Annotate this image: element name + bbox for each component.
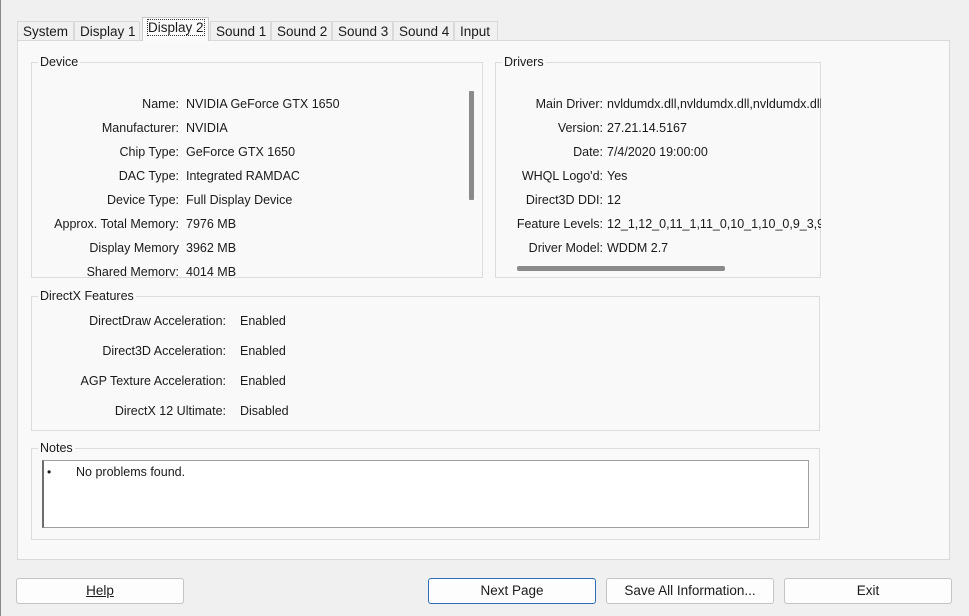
device-label: Manufacturer: (101, 121, 179, 135)
driver-value: nvldumdx.dll,nvldumdx.dll,nvldumdx.dll,n… (607, 97, 821, 111)
drivers-row-feature-levels: Feature Levels: 12_1,12_0,11_1,11_0,10_1… (497, 216, 821, 232)
tab-label: Sound 3 (338, 24, 389, 39)
drivers-row-main-driver: Main Driver: nvldumdx.dll,nvldumdx.dll,n… (497, 96, 821, 112)
device-row-display-memory: Display Memory 3962 MB (33, 240, 461, 256)
directx-features-group: DirectX Features DirectDraw Acceleration… (31, 289, 820, 431)
drivers-scroll-area[interactable]: Main Driver: nvldumdx.dll,nvldumdx.dll,n… (497, 64, 821, 260)
device-label: Device Type: (106, 193, 179, 207)
directx-label: AGP Texture Acceleration: (80, 374, 226, 388)
driver-label: Feature Levels: (516, 217, 603, 231)
driver-value: 12_1,12_0,11_1,11_0,10_1,10_0,9_3,9_2,9_… (607, 217, 821, 231)
device-row-dac-type: DAC Type: Integrated RAMDAC (33, 168, 461, 184)
next-page-button[interactable]: Next Page (428, 578, 596, 604)
drivers-row-date: Date: 7/4/2020 19:00:00 (497, 144, 821, 160)
device-label: Display Memory (89, 241, 179, 255)
device-label: Name: (142, 97, 179, 111)
help-button-label: Help (86, 583, 114, 598)
window-edge (0, 0, 1, 616)
driver-label: Driver Model: (528, 241, 603, 255)
help-button[interactable]: Help (16, 578, 184, 604)
device-row-manufacturer: Manufacturer: NVIDIA (33, 120, 461, 136)
driver-value: 7/4/2020 19:00:00 (607, 145, 708, 159)
tab-label: System (23, 24, 69, 39)
tab-label: Display 1 (80, 24, 136, 39)
device-label: Approx. Total Memory: (54, 217, 179, 231)
driver-label: Direct3D DDI: (525, 193, 603, 207)
tab-sound-3[interactable]: Sound 3 (332, 21, 393, 40)
tab-system[interactable]: System (17, 21, 74, 40)
device-row-device-type: Device Type: Full Display Device (33, 192, 461, 208)
directx-row-directdraw: DirectDraw Acceleration: Enabled (32, 313, 432, 329)
drivers-row-driver-model: Driver Model: WDDM 2.7 (497, 240, 821, 256)
tab-label: Sound 2 (277, 24, 328, 39)
device-value: 4014 MB (186, 265, 237, 276)
directx-group-title: DirectX Features (38, 289, 136, 303)
save-all-button-label: Save All Information... (624, 583, 756, 598)
directx-label: DirectX 12 Ultimate: (114, 404, 226, 418)
device-label: DAC Type: (118, 169, 179, 183)
directx-value: Enabled (240, 344, 286, 358)
device-value: NVIDIA GeForce GTX 1650 (186, 97, 340, 111)
driver-label: Version: (557, 121, 603, 135)
notes-textbox[interactable]: • No problems found. (42, 460, 809, 528)
directx-value: Enabled (240, 374, 286, 388)
exit-button-label: Exit (856, 583, 880, 598)
device-row-name: Name: NVIDIA GeForce GTX 1650 (33, 96, 461, 112)
drivers-row-version: Version: 27.21.14.5167 (497, 120, 821, 136)
tab-label: Sound 1 (216, 24, 267, 39)
directx-value: Disabled (240, 404, 289, 418)
device-row-chip-type: Chip Type: GeForce GTX 1650 (33, 144, 461, 160)
drivers-horizontal-scrollbar[interactable] (517, 266, 725, 271)
directx-label: DirectDraw Acceleration: (89, 314, 226, 328)
next-page-button-label: Next Page (480, 583, 544, 598)
exit-button[interactable]: Exit (784, 578, 952, 604)
driver-label: Main Driver: (535, 97, 603, 111)
driver-value: Yes (607, 169, 628, 183)
tab-sound-2[interactable]: Sound 2 (271, 21, 332, 40)
directx-value: Enabled (240, 314, 286, 328)
device-value: NVIDIA (186, 121, 228, 135)
tab-label: Display 2 (147, 19, 205, 36)
tab-input[interactable]: Input (454, 21, 498, 40)
device-value: Full Display Device (186, 193, 293, 207)
driver-value: 27.21.14.5167 (607, 121, 687, 135)
drivers-row-whql: WHQL Logo'd: Yes (497, 168, 821, 184)
bullet-icon: • (47, 465, 52, 479)
device-value: GeForce GTX 1650 (186, 145, 296, 159)
device-row-total-memory: Approx. Total Memory: 7976 MB (33, 216, 461, 232)
device-value: Integrated RAMDAC (186, 169, 300, 183)
directx-row-dx12-ultimate: DirectX 12 Ultimate: Disabled (32, 403, 432, 419)
directx-row-direct3d: Direct3D Acceleration: Enabled (32, 343, 432, 359)
driver-label: Date: (573, 145, 603, 159)
tab-label: Input (460, 24, 491, 39)
device-label: Shared Memory: (86, 265, 179, 276)
directx-label: Direct3D Acceleration: (102, 344, 226, 358)
tab-label: Sound 4 (399, 24, 450, 39)
driver-label: WHQL Logo'd: (521, 169, 603, 183)
device-value: 3962 MB (186, 241, 237, 255)
tab-display-1[interactable]: Display 1 (74, 21, 140, 40)
save-all-information-button[interactable]: Save All Information... (606, 578, 774, 604)
tab-sound-1[interactable]: Sound 1 (210, 21, 271, 40)
drivers-group: Drivers Main Driver: nvldumdx.dll,nvldum… (495, 55, 821, 278)
driver-value: 12 (607, 193, 621, 207)
device-scroll-area[interactable]: Name: NVIDIA GeForce GTX 1650 Manufactur… (33, 64, 461, 276)
device-row-shared-memory: Shared Memory: 4014 MB (33, 264, 461, 276)
note-item: No problems found. (76, 465, 186, 479)
drivers-row-d3d-ddi: Direct3D DDI: 12 (497, 192, 821, 208)
device-value: 7976 MB (186, 217, 237, 231)
tab-display-2[interactable]: Display 2 (142, 17, 209, 41)
directx-row-agp: AGP Texture Acceleration: Enabled (32, 373, 432, 389)
device-vertical-scrollbar[interactable] (469, 91, 474, 200)
driver-value: WDDM 2.7 (607, 241, 669, 255)
tab-sound-4[interactable]: Sound 4 (393, 21, 454, 40)
notes-group-title: Notes (38, 441, 75, 455)
device-group: Device Name: NVIDIA GeForce GTX 1650 Man… (31, 55, 483, 278)
device-label: Chip Type: (119, 145, 179, 159)
